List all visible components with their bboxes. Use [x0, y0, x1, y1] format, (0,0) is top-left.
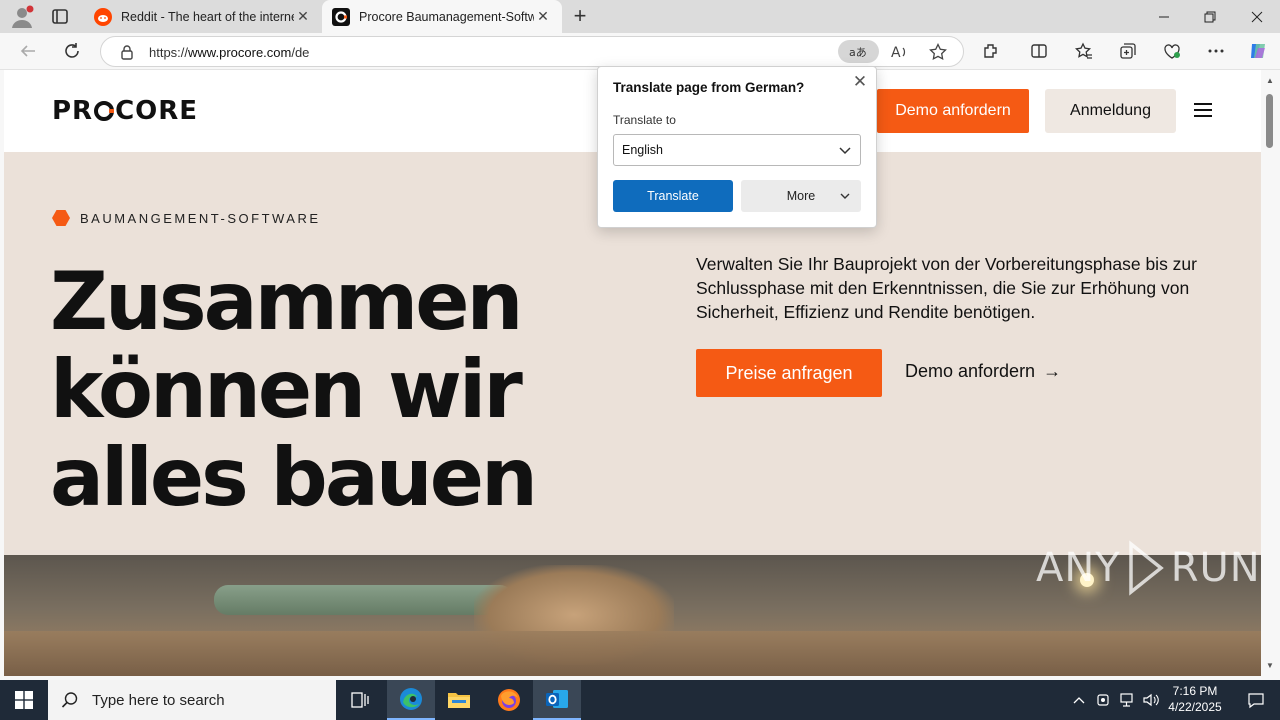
more-icon[interactable]	[1202, 38, 1230, 64]
lock-icon[interactable]	[119, 44, 135, 60]
file-explorer-icon[interactable]	[435, 680, 483, 720]
tab-reddit[interactable]: Reddit - The heart of the internet ✕	[84, 0, 322, 33]
search-icon	[61, 692, 78, 708]
edge-taskbar-icon[interactable]	[387, 680, 435, 720]
translate-popup: Translate page from German? ✕ Translate …	[597, 66, 877, 228]
translate-button[interactable]: Translate	[613, 180, 733, 212]
new-tab-icon[interactable]: +	[567, 4, 593, 30]
login-button[interactable]: Anmeldung	[1045, 89, 1176, 133]
demo-link-label: Demo anfordern	[905, 361, 1036, 381]
refresh-icon[interactable]	[58, 38, 86, 64]
page-scrollbar[interactable]: ▲ ▼	[1261, 70, 1280, 676]
tab-procore[interactable]: Procore Baumanagement-Software ✕	[322, 0, 562, 33]
favorite-star-icon[interactable]	[925, 40, 951, 64]
favorites-icon[interactable]	[1070, 38, 1098, 64]
watermark-text-right: RUN	[1170, 545, 1261, 591]
browser-essentials-icon[interactable]	[1158, 38, 1186, 64]
chevron-down-icon	[840, 193, 850, 199]
eyebrow-text: BAUMANGEMENT-SOFTWARE	[80, 210, 321, 226]
logo-text-start: PR	[52, 96, 94, 126]
reddit-icon	[94, 7, 112, 26]
hero-title-line: können wir	[50, 343, 523, 436]
browser-tab-strip: Reddit - The heart of the internet ✕ Pro…	[0, 0, 1280, 33]
windows-start-icon[interactable]	[0, 680, 48, 720]
chevron-down-icon	[839, 147, 851, 155]
profile-avatar-icon[interactable]	[9, 4, 35, 30]
watermark-text-left: ANY	[1036, 545, 1121, 591]
play-logo-icon	[1128, 540, 1164, 596]
translate-to-label: Translate to	[613, 113, 676, 127]
outlook-icon[interactable]	[533, 680, 581, 720]
windows-taskbar: Type here to search 7:16 PM 4/22/2025	[0, 680, 1280, 720]
read-aloud-icon[interactable]: A	[886, 40, 912, 64]
language-value: English	[622, 143, 663, 157]
search-placeholder: Type here to search	[92, 691, 225, 709]
procore-icon	[332, 7, 350, 26]
language-select[interactable]: English	[613, 134, 861, 166]
url-path: /de	[291, 45, 310, 60]
address-bar[interactable]: https://www.procore.com/de aあ A	[100, 36, 964, 67]
firefox-icon[interactable]	[485, 680, 533, 720]
more-button-label: More	[786, 189, 816, 203]
system-clock[interactable]: 7:16 PM 4/22/2025	[1160, 683, 1230, 715]
clock-date: 4/22/2025	[1168, 700, 1222, 714]
url-host: www.procore.com	[188, 45, 292, 60]
close-tab-icon[interactable]: ✕	[294, 8, 312, 25]
device-icon[interactable]	[1092, 680, 1114, 720]
demo-link[interactable]: Demo anfordern →	[905, 361, 1061, 382]
header-demo-button[interactable]: Demo anfordern	[877, 89, 1029, 133]
clock-time: 7:16 PM	[1172, 684, 1218, 698]
url-scheme: https://	[149, 45, 189, 60]
arrow-right-icon: →	[1043, 361, 1062, 381]
scrollbar-thumb[interactable]	[1266, 94, 1273, 148]
volume-icon[interactable]	[1140, 680, 1162, 720]
procore-logo[interactable]: PR CORE	[52, 96, 198, 126]
restore-icon[interactable]	[1187, 0, 1233, 33]
popup-title: Translate page from German?	[613, 80, 805, 95]
close-popup-icon[interactable]: ✕	[851, 73, 869, 91]
logo-o-mark	[94, 101, 115, 121]
svg-text:A: A	[891, 45, 901, 60]
hero-description: Verwalten Sie Ihr Bauprojekt von der Vor…	[696, 254, 1197, 322]
extensions-icon[interactable]	[977, 38, 1005, 64]
menu-icon[interactable]	[1194, 103, 1212, 117]
network-icon[interactable]	[1116, 680, 1138, 720]
request-prices-button[interactable]: Preise anfragen	[696, 349, 882, 397]
logo-text-end: CORE	[115, 96, 199, 126]
close-window-icon[interactable]	[1234, 0, 1280, 33]
hexagon-icon	[52, 210, 70, 226]
copilot-icon[interactable]	[1244, 38, 1272, 64]
taskbar-search[interactable]: Type here to search	[48, 680, 336, 720]
back-icon[interactable]	[14, 38, 42, 64]
collections-icon[interactable]	[1114, 38, 1142, 64]
hero-title: Zusammen können wir alles bauen	[50, 258, 610, 522]
svg-text:aあ: aあ	[849, 46, 867, 59]
scroll-down-icon[interactable]: ▼	[1266, 661, 1274, 670]
tab-title: Reddit - The heart of the internet	[121, 9, 294, 24]
browser-toolbar: https://www.procore.com/de aあ A	[0, 33, 1280, 70]
hero-eyebrow: BAUMANGEMENT-SOFTWARE	[52, 210, 321, 226]
minimize-icon[interactable]	[1141, 0, 1187, 33]
hero-title-line: Zusammen	[50, 255, 524, 348]
show-hidden-icons[interactable]	[1068, 680, 1090, 720]
tab-actions-icon[interactable]	[48, 6, 72, 28]
split-screen-icon[interactable]	[1025, 38, 1053, 64]
more-button[interactable]: More	[741, 180, 861, 212]
notification-icon[interactable]	[1236, 680, 1276, 720]
translate-icon[interactable]: aあ	[838, 40, 879, 63]
close-tab-icon[interactable]: ✕	[534, 8, 552, 25]
anyrun-watermark: ANY RUN	[1036, 540, 1261, 596]
tab-title: Procore Baumanagement-Software	[359, 9, 534, 24]
hero-title-line: alles bauen	[50, 431, 538, 524]
scroll-up-icon[interactable]: ▲	[1266, 76, 1274, 85]
url-text[interactable]: https://www.procore.com/de	[149, 45, 309, 60]
task-view-icon[interactable]	[336, 680, 384, 720]
